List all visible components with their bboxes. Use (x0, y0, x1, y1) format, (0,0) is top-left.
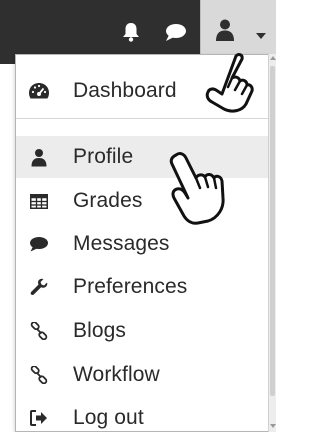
menu-item-blogs[interactable]: Blogs (16, 310, 268, 352)
scroll-up-arrow-icon[interactable] (270, 56, 276, 60)
menu-divider (16, 118, 268, 119)
table-grid-icon (28, 190, 50, 212)
pointing-hand-cursor-icon (169, 152, 225, 225)
menu-item-log-out[interactable]: Log out (16, 397, 268, 432)
menu-item-label: Log out (73, 406, 144, 429)
menu-item-label: Blogs (73, 319, 127, 342)
user-icon (28, 146, 50, 168)
menu-item-grades[interactable]: Grades (16, 180, 268, 222)
chevron-down-icon (255, 27, 267, 45)
wrench-icon (28, 276, 50, 298)
pointing-hand-cursor-icon (205, 53, 254, 113)
link-chain-icon (28, 364, 50, 386)
menu-item-label: Preferences (73, 275, 188, 298)
dashboard-gauge-icon (28, 80, 50, 102)
scrollbar-thumb[interactable] (270, 66, 275, 396)
user-icon (215, 18, 235, 47)
user-menu-toggle[interactable] (200, 0, 276, 60)
menu-item-workflow[interactable]: Workflow (16, 354, 268, 396)
scrollbar[interactable] (268, 54, 276, 432)
scroll-down-arrow-icon[interactable] (270, 424, 276, 428)
menu-item-label: Profile (73, 145, 134, 168)
menu-item-label: Workflow (73, 363, 160, 386)
link-chain-icon (28, 320, 50, 342)
menu-item-profile[interactable]: Profile (16, 136, 268, 178)
speech-bubble-icon (28, 233, 50, 255)
menu-item-label: Grades (73, 189, 143, 212)
menu-item-label: Dashboard (73, 79, 177, 102)
menu-item-preferences[interactable]: Preferences (16, 266, 268, 308)
sign-out-icon (28, 407, 50, 429)
menu-item-label: Messages (73, 232, 170, 255)
menu-item-messages[interactable]: Messages (16, 223, 268, 265)
